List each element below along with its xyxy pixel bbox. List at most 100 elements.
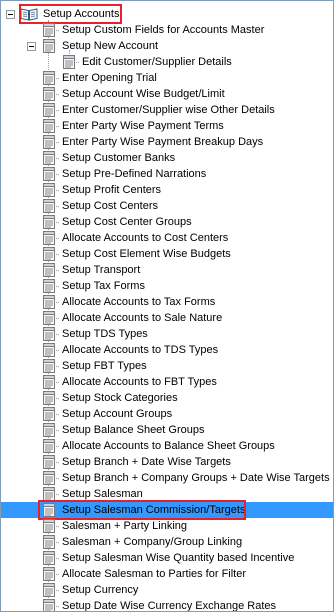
document-list-icon bbox=[43, 487, 55, 501]
tree-node-label: Setup Account Wise Budget/Limit bbox=[62, 88, 225, 100]
tree-node[interactable]: Setup FBT Types bbox=[1, 358, 333, 374]
document-list-icon bbox=[41, 391, 57, 405]
tree-node[interactable]: Setup Salesman Commission/Targets bbox=[1, 502, 333, 518]
tree-node[interactable]: Setup Balance Sheet Groups bbox=[1, 422, 333, 438]
document-list-icon bbox=[41, 279, 57, 293]
tree-node-label: Allocate Salesman to Parties for Filter bbox=[62, 568, 247, 580]
tree-node[interactable]: Setup Stock Categories bbox=[1, 390, 333, 406]
tree-node[interactable]: Setup TDS Types bbox=[1, 326, 333, 342]
document-list-icon bbox=[43, 375, 55, 389]
tree-node-label: Setup Branch + Company Groups + Date Wis… bbox=[62, 472, 330, 484]
tree-node[interactable]: Setup Transport bbox=[1, 262, 333, 278]
document-list-icon bbox=[41, 567, 57, 581]
tree-node[interactable]: Setup Salesman bbox=[1, 486, 333, 502]
document-list-icon bbox=[43, 231, 55, 245]
tree-node[interactable]: Setup Account Wise Budget/Limit bbox=[1, 86, 333, 102]
tree-node[interactable]: Setup New Account bbox=[1, 38, 333, 54]
document-list-icon bbox=[41, 151, 57, 165]
tree-node-label: Setup Transport bbox=[62, 264, 141, 276]
document-list-icon bbox=[41, 39, 57, 53]
tree-node[interactable]: Setup Cost Center Groups bbox=[1, 214, 333, 230]
tree-node[interactable]: Setup Branch + Company Groups + Date Wis… bbox=[1, 470, 333, 486]
document-list-icon bbox=[61, 55, 77, 69]
tree-node-label: Setup Accounts bbox=[43, 8, 120, 20]
document-list-icon bbox=[43, 471, 55, 485]
tree-node[interactable]: Enter Party Wise Payment Terms bbox=[1, 118, 333, 134]
tree-node[interactable]: Setup Pre-Defined Narrations bbox=[1, 166, 333, 182]
document-list-icon bbox=[41, 599, 57, 611]
tree-node[interactable]: Setup Account Groups bbox=[1, 406, 333, 422]
document-list-icon bbox=[41, 295, 57, 309]
tree-node[interactable]: Allocate Accounts to TDS Types bbox=[1, 342, 333, 358]
tree-node[interactable]: Setup Profit Centers bbox=[1, 182, 333, 198]
tree-node[interactable]: Setup Tax Forms bbox=[1, 278, 333, 294]
tree-node-label: Setup Tax Forms bbox=[62, 280, 145, 292]
tree-node[interactable]: Setup Date Wise Currency Exchange Rates bbox=[1, 598, 333, 611]
tree-node-label: Setup New Account bbox=[62, 40, 159, 52]
tree-view[interactable]: Setup Accounts Setup Custom Fields for Ac… bbox=[0, 0, 334, 612]
document-list-icon bbox=[41, 199, 57, 213]
tree-node[interactable]: Setup Cost Centers bbox=[1, 198, 333, 214]
document-list-icon bbox=[41, 503, 57, 517]
tree-node[interactable]: Setup Salesman Wise Quantity based Incen… bbox=[1, 550, 333, 566]
document-list-icon bbox=[41, 167, 57, 181]
open-book-icon bbox=[20, 8, 38, 21]
document-list-icon bbox=[43, 535, 55, 549]
tree-node-label: Enter Opening Trial bbox=[62, 72, 157, 84]
tree-node[interactable]: Setup Customer Banks bbox=[1, 150, 333, 166]
document-list-icon bbox=[41, 231, 57, 245]
document-list-icon bbox=[43, 151, 55, 165]
document-list-icon bbox=[43, 39, 55, 53]
collapse-minus-icon[interactable] bbox=[27, 42, 36, 51]
tree-node[interactable]: Enter Customer/Supplier wise Other Detai… bbox=[1, 102, 333, 118]
document-list-icon bbox=[41, 327, 57, 341]
accounts-tree: Setup Accounts Setup Custom Fields for Ac… bbox=[1, 1, 333, 611]
document-list-icon bbox=[41, 551, 57, 565]
tree-node[interactable]: Setup Cost Element Wise Budgets bbox=[1, 246, 333, 262]
document-list-icon bbox=[41, 119, 57, 133]
document-list-icon bbox=[41, 103, 57, 117]
document-list-icon bbox=[43, 167, 55, 181]
document-list-icon bbox=[41, 407, 57, 421]
tree-node[interactable]: Allocate Salesman to Parties for Filter bbox=[1, 566, 333, 582]
tree-node[interactable]: Setup Currency bbox=[1, 582, 333, 598]
collapse-minus-icon[interactable] bbox=[6, 10, 15, 19]
document-list-icon bbox=[43, 135, 55, 149]
tree-node-label: Enter Party Wise Payment Breakup Days bbox=[62, 136, 264, 148]
tree-node[interactable]: Enter Party Wise Payment Breakup Days bbox=[1, 134, 333, 150]
document-list-icon bbox=[41, 455, 57, 469]
tree-node[interactable]: Allocate Accounts to Sale Nature bbox=[1, 310, 333, 326]
document-list-icon bbox=[43, 183, 55, 197]
document-list-icon bbox=[43, 119, 55, 133]
tree-node[interactable]: Edit Customer/Supplier Details bbox=[1, 54, 333, 70]
document-list-icon bbox=[43, 87, 55, 101]
tree-node-label: Enter Party Wise Payment Terms bbox=[62, 120, 224, 132]
document-list-icon bbox=[41, 215, 57, 229]
tree-node[interactable]: Allocate Accounts to Cost Centers bbox=[1, 230, 333, 246]
tree-node[interactable]: Allocate Accounts to FBT Types bbox=[1, 374, 333, 390]
document-list-icon bbox=[41, 135, 57, 149]
tree-node-label: Edit Customer/Supplier Details bbox=[82, 56, 232, 68]
tree-node-label: Setup Account Groups bbox=[62, 408, 173, 420]
tree-node-label: Setup TDS Types bbox=[62, 328, 148, 340]
document-list-icon bbox=[43, 71, 55, 85]
tree-node[interactable]: Setup Custom Fields for Accounts Master bbox=[1, 22, 333, 38]
tree-root-node[interactable]: Setup Accounts bbox=[1, 6, 333, 22]
tree-node[interactable]: Allocate Accounts to Balance Sheet Group… bbox=[1, 438, 333, 454]
document-list-icon bbox=[41, 535, 57, 549]
document-list-icon bbox=[43, 423, 55, 437]
tree-node[interactable]: Setup Branch + Date Wise Targets bbox=[1, 454, 333, 470]
tree-node-label: Enter Customer/Supplier wise Other Detai… bbox=[62, 104, 275, 116]
tree-node[interactable]: Salesman + Company/Group Linking bbox=[1, 534, 333, 550]
document-list-icon bbox=[43, 359, 55, 373]
tree-node-label: Allocate Accounts to Balance Sheet Group… bbox=[62, 440, 275, 452]
tree-node-label: Allocate Accounts to TDS Types bbox=[62, 344, 219, 356]
tree-node[interactable]: Salesman + Party Linking bbox=[1, 518, 333, 534]
tree-node[interactable]: Allocate Accounts to Tax Forms bbox=[1, 294, 333, 310]
tree-node[interactable]: Enter Opening Trial bbox=[1, 70, 333, 86]
document-list-icon bbox=[43, 263, 55, 277]
document-list-icon bbox=[43, 279, 55, 293]
document-list-icon bbox=[43, 519, 55, 533]
tree-node-label: Setup Salesman Wise Quantity based Incen… bbox=[62, 552, 295, 564]
tree-node-label: Setup Currency bbox=[62, 584, 139, 596]
